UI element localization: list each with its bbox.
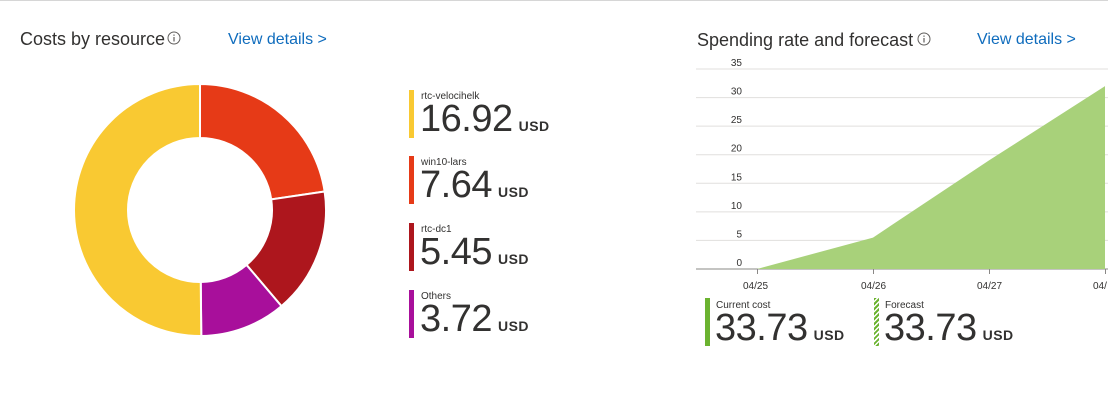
costs-view-details-link[interactable]: View details >	[228, 31, 327, 49]
legend-amount: 7.64	[420, 164, 492, 206]
legend-value: 5.45 USD	[420, 232, 529, 279]
y-tick-label: 20	[731, 144, 743, 155]
x-tick-label: 04/26	[861, 281, 886, 292]
x-tick-label: 04/27	[977, 281, 1002, 292]
legend-amount: 5.45	[420, 231, 492, 273]
top-divider	[0, 0, 1108, 1]
y-tick-label: 15	[731, 172, 743, 183]
current-cost-unit: USD	[813, 327, 845, 343]
spending-area-chart: 0 5 10 15 20 25 30 35 04/25 04/26 04/27 04/	[696, 58, 1108, 292]
legend-color-swatch	[409, 290, 414, 338]
legend-color-swatch	[409, 223, 414, 271]
legend-unit: USD	[497, 184, 530, 200]
legend-amount: 16.92	[420, 98, 513, 140]
y-tick-label: 25	[731, 115, 743, 126]
legend-unit: USD	[497, 251, 530, 267]
legend-color-swatch	[409, 156, 414, 204]
x-tick-label: 04/	[1093, 281, 1107, 292]
donut-slice-rtc-velocihelk[interactable]	[73, 82, 203, 337]
y-tick-label: 30	[731, 87, 743, 98]
info-icon[interactable]	[167, 31, 181, 45]
forecast-value: 33.73 USD	[884, 308, 1014, 355]
spending-area[interactable]	[757, 86, 1105, 269]
legend-amount: 3.72	[420, 298, 492, 340]
legend-value: 16.92 USD	[420, 99, 550, 146]
x-tick-label: 04/25	[743, 281, 768, 292]
spending-rate-title: Spending rate and forecast	[697, 30, 914, 50]
donut-slice-win10-lars[interactable]	[199, 82, 326, 201]
legend-unit: USD	[497, 318, 530, 334]
costs-donut-chart	[73, 82, 327, 338]
costs-by-resource-title: Costs by resource	[20, 29, 166, 49]
legend-unit: USD	[518, 118, 550, 134]
y-tick-label: 10	[731, 201, 743, 212]
legend-value: 3.72 USD	[420, 299, 529, 346]
current-cost-value: 33.73 USD	[715, 308, 845, 355]
forecast-unit: USD	[982, 327, 1014, 343]
y-tick-label: 35	[731, 58, 743, 69]
y-tick-label: 0	[736, 258, 742, 269]
legend-value: 7.64 USD	[420, 165, 529, 212]
spending-view-details-link[interactable]: View details >	[977, 31, 1076, 49]
legend-color-swatch	[409, 90, 414, 138]
current-cost-swatch	[705, 298, 710, 346]
current-cost-amount: 33.73	[715, 307, 808, 349]
y-tick-label: 5	[736, 229, 742, 240]
forecast-amount: 33.73	[884, 307, 977, 349]
info-icon[interactable]	[917, 32, 931, 46]
forecast-swatch	[874, 298, 879, 346]
